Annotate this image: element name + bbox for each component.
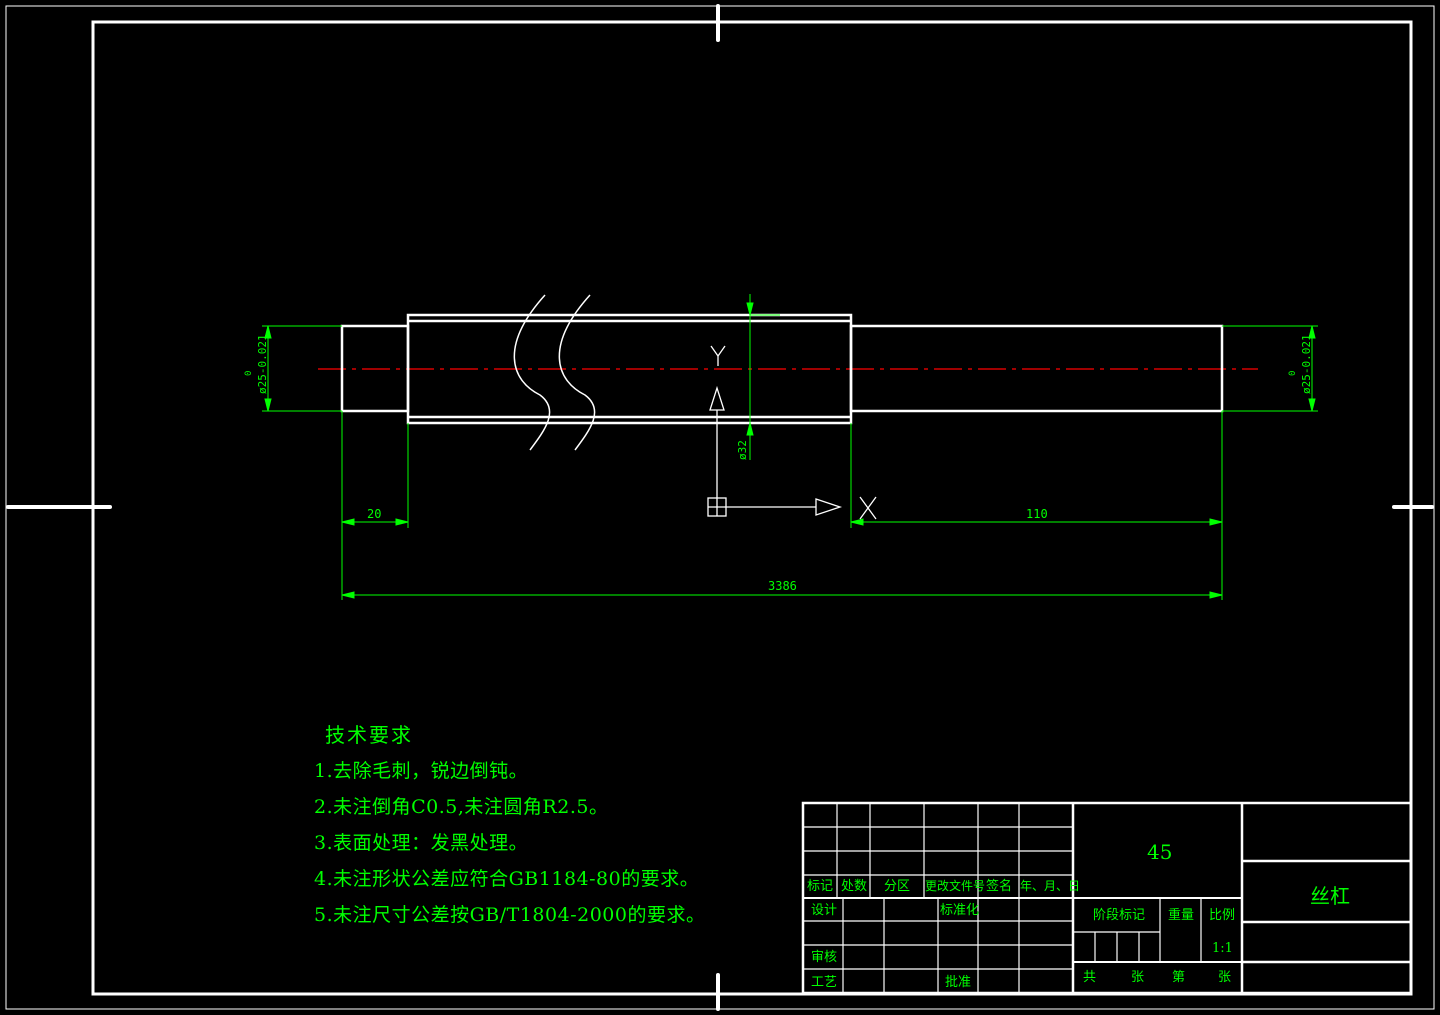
dim-length-20: 20 (367, 507, 382, 521)
dim-right-diameter: ø25-0.021 (1300, 334, 1313, 394)
tb-role-design: 设计 (811, 903, 838, 918)
dim-center-diameter: ø32 (736, 440, 749, 460)
tech-requirement-5: 5.未注尺寸公差按GB/T1804-2000的要求。 (314, 904, 706, 926)
dimension-lines (262, 294, 1318, 600)
tech-requirement-2: 2.未注倒角C0.5,未注圆角R2.5。 (314, 796, 609, 818)
tb-header-mark: 标记 (807, 879, 834, 894)
tech-requirement-1: 1.去除毛刺，锐边倒钝。 (314, 760, 529, 782)
tb-weight: 重量 (1168, 908, 1195, 923)
tb-header-date: 年、月、日 (1020, 879, 1081, 893)
tb-header-count: 处数 (841, 879, 868, 894)
break-lines (513, 294, 596, 451)
tb-material: 45 (1147, 840, 1173, 864)
tb-role-process: 工艺 (811, 975, 838, 990)
tb-header-zone: 分区 (884, 879, 911, 894)
tb-sheet-unit-1: 张 (1131, 970, 1145, 985)
tb-sheet-unit-2: 张 (1218, 970, 1232, 985)
tech-requirement-4: 4.未注形状公差应符合GB1184-80的要求。 (314, 868, 700, 890)
dim-left-diameter: ø25-0.021 (256, 334, 269, 394)
tb-header-signature: 签名 (986, 879, 1013, 894)
tb-scale-value: 1:1 (1212, 941, 1233, 956)
tb-role-approve: 批准 (945, 975, 972, 990)
tech-requirement-3: 3.表面处理：发黑处理。 (314, 832, 529, 854)
dim-length-110: 110 (1026, 507, 1048, 521)
tb-header-doc-no: 更改文件号 (925, 879, 986, 893)
cad-drawing (5, 4, 1435, 1011)
tb-scale-label: 比例 (1209, 908, 1236, 923)
tb-part-name: 丝杠 (1310, 884, 1350, 908)
dim-left-diameter-upper: 0 (244, 370, 254, 376)
tech-requirements-title: 技术要求 (325, 723, 413, 747)
dim-right-diameter-upper: 0 (1288, 370, 1298, 376)
tb-stage-mark: 阶段标记 (1093, 908, 1146, 923)
tb-role-review: 审核 (811, 950, 838, 965)
tb-sheet-no: 第 (1172, 970, 1186, 985)
dim-length-total: 3386 (768, 579, 797, 593)
tb-sheet-total: 共 (1083, 970, 1097, 985)
tb-role-standardize: 标准化 (940, 903, 980, 918)
drawing-frame (91, 20, 1413, 996)
